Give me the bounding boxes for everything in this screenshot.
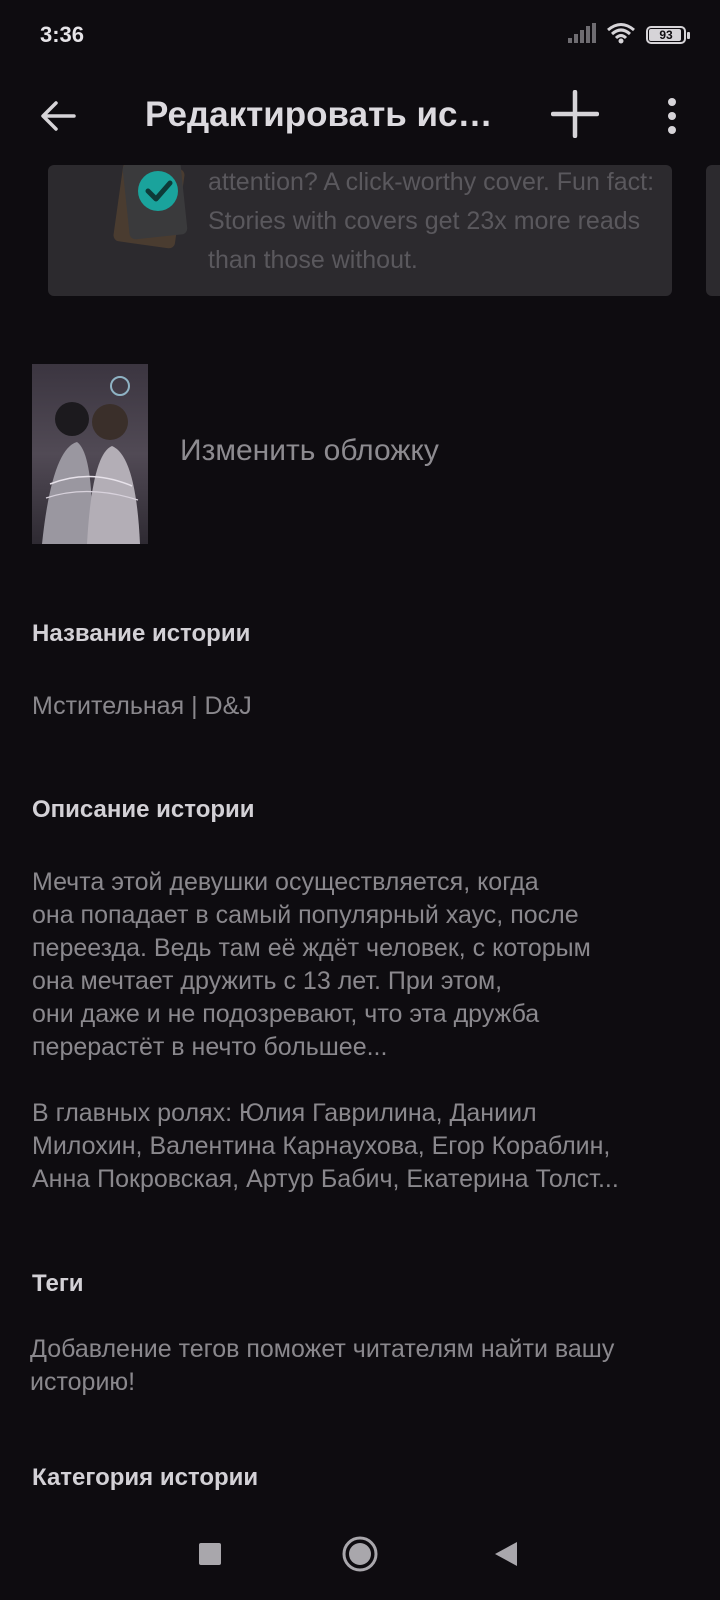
tags-field[interactable]: Добавление тегов поможет читателям найти… (30, 1333, 695, 1399)
change-cover-row[interactable]: Изменить обложку (32, 364, 688, 544)
more-options-button[interactable] (650, 86, 694, 146)
recents-square-icon (199, 1543, 221, 1565)
story-title-field[interactable]: Мстительная | D&J (32, 690, 697, 723)
home-button[interactable] (332, 1526, 388, 1582)
signal-icon (568, 22, 596, 48)
tags-label: Теги (32, 1270, 84, 1297)
add-part-button[interactable] (545, 84, 605, 144)
battery-level: 93 (659, 28, 673, 42)
system-nav-bar (0, 1510, 720, 1600)
cover-check-icon (78, 165, 228, 275)
cover-tip-card[interactable]: attention? A click-worthy cover. Fun fac… (48, 165, 672, 296)
story-description-field[interactable]: Мечта этой девушки осуществляется, когда… (32, 866, 697, 1196)
recents-button[interactable] (182, 1526, 238, 1582)
more-vert-icon (668, 98, 676, 134)
wifi-icon (606, 22, 636, 49)
home-circle-icon (342, 1536, 378, 1572)
story-description-label: Описание истории (32, 796, 255, 823)
next-tip-card[interactable] (706, 165, 720, 296)
change-cover-label: Изменить обложку (180, 434, 439, 467)
cover-tip-text: attention? A click-worthy cover. Fun fac… (208, 168, 655, 274)
status-icons: 93 (568, 20, 690, 50)
back-button[interactable] (30, 88, 86, 144)
status-time: 3:36 (40, 22, 85, 47)
story-title-label: Название истории (32, 620, 251, 647)
app-toolbar: Редактировать историю (0, 70, 720, 170)
arrow-back-icon (41, 101, 76, 131)
status-bar: 3:36 93 (0, 0, 720, 70)
nav-back-button[interactable] (478, 1526, 534, 1582)
category-label[interactable]: Категория истории (32, 1464, 258, 1492)
back-triangle-icon (495, 1542, 517, 1566)
plus-icon (551, 90, 599, 138)
battery-icon: 93 (646, 26, 690, 44)
story-cover-image[interactable] (32, 364, 148, 544)
page-title: Редактировать историю (145, 95, 505, 134)
